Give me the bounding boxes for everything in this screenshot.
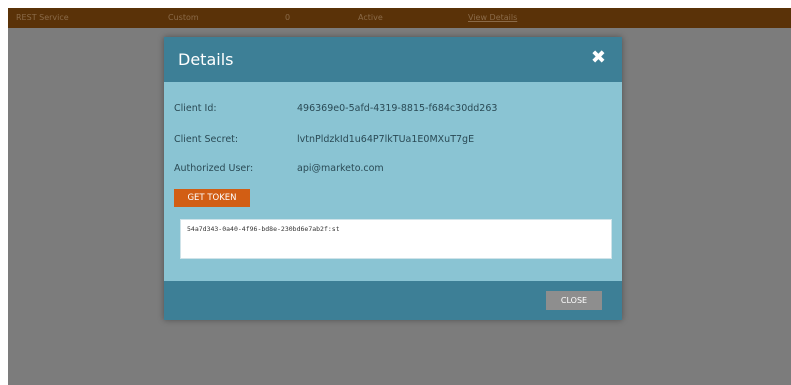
service-type-cell: Custom [168,13,199,22]
table-row: REST Service Custom 0 Active View Detail… [8,8,791,28]
dialog-title: Details [178,50,234,69]
details-dialog: Details ✖ Client Id: 496369e0-5afd-4319-… [164,37,622,320]
close-icon[interactable]: ✖ [591,47,606,69]
dialog-header: Details ✖ [164,37,622,82]
service-name-cell: REST Service [16,13,69,22]
dialog-footer: CLOSE [164,281,622,320]
token-output-box[interactable]: 54a7d343-0a40-4f96-bd8e-230bd6e7ab2f:st [180,219,612,259]
access-token-text: 54a7d343-0a40-4f96-bd8e-230bd6e7ab2f:st [187,225,340,233]
client-id-label: Client Id: [174,103,217,114]
authorized-user-value: api@marketo.com [297,163,384,174]
client-secret-value: lvtnPldzkId1u64P7lkTUa1E0MXuT7gE [297,134,475,145]
close-button[interactable]: CLOSE [546,291,602,310]
client-id-value: 496369e0-5afd-4319-8815-f684c30dd263 [297,103,498,114]
get-token-button[interactable]: GET TOKEN [174,189,250,207]
client-secret-label: Client Secret: [174,134,239,145]
count-cell: 0 [285,13,291,22]
authorized-user-label: Authorized User: [174,163,254,174]
view-details-link[interactable]: View Details [468,13,517,22]
status-cell: Active [358,13,383,22]
